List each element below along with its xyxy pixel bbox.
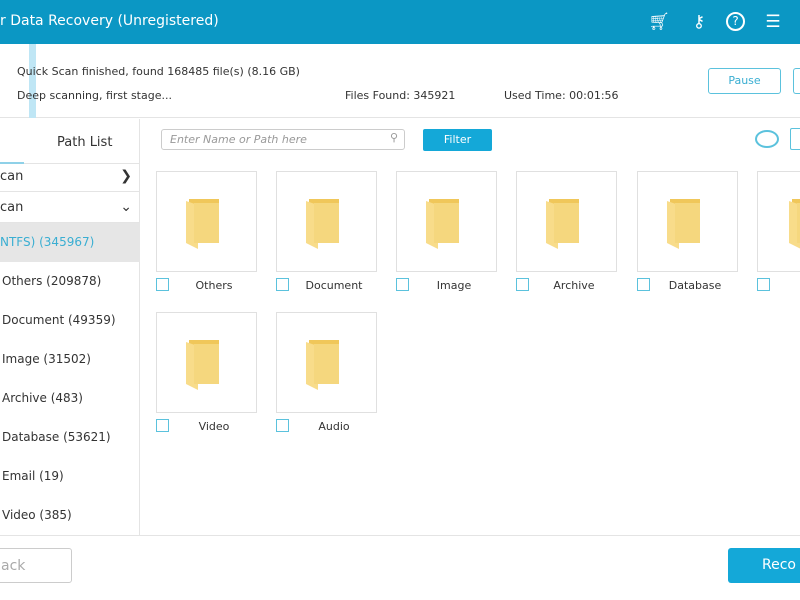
folder-label: Database bbox=[668, 279, 722, 292]
cart-icon[interactable]: 🛒︎ bbox=[648, 11, 670, 33]
folder-checkbox[interactable] bbox=[637, 278, 650, 291]
back-button[interactable]: ack bbox=[0, 548, 72, 583]
key-icon[interactable]: ⚷ bbox=[688, 11, 710, 33]
folder-label: Audio bbox=[318, 420, 350, 433]
folder-checkbox[interactable] bbox=[276, 419, 289, 432]
menu-icon[interactable]: ☰ bbox=[762, 11, 784, 33]
folder-card[interactable] bbox=[156, 171, 257, 272]
folder-label: Others bbox=[195, 279, 233, 292]
help-icon[interactable]: ? bbox=[726, 12, 745, 31]
folder-card[interactable] bbox=[156, 312, 257, 413]
scan-status-panel: Quick Scan finished, found 168485 file(s… bbox=[0, 44, 800, 118]
folder-icon bbox=[667, 199, 700, 249]
folder-card[interactable] bbox=[276, 171, 377, 272]
folder-icon bbox=[426, 199, 459, 249]
app-title: r Data Recovery (Unregistered) bbox=[0, 13, 219, 29]
section-label: can bbox=[0, 169, 24, 184]
scan-progress-bar bbox=[29, 44, 36, 118]
folder-card[interactable] bbox=[516, 171, 617, 272]
folder-label: Archive bbox=[553, 279, 595, 292]
folder-card[interactable] bbox=[637, 171, 738, 272]
folder-icon bbox=[789, 199, 800, 249]
folder-label: Document bbox=[305, 279, 363, 292]
quick-scan-status: Quick Scan finished, found 168485 file(s… bbox=[17, 65, 300, 78]
sidebar-item-archive[interactable]: Archive (483) bbox=[0, 379, 140, 418]
chevron-right-icon: ❯ bbox=[120, 168, 132, 184]
list-view-icon[interactable] bbox=[790, 128, 800, 150]
search-input[interactable]: Enter Name or Path here ⚲ bbox=[161, 129, 405, 150]
files-found: Files Found: 345921 bbox=[345, 89, 456, 102]
folder-card[interactable] bbox=[757, 171, 800, 272]
folder-card[interactable] bbox=[396, 171, 497, 272]
sidebar-item-others[interactable]: Others (209878) bbox=[0, 262, 140, 301]
stop-button[interactable] bbox=[793, 68, 800, 94]
sidebar-section-quick-scan[interactable]: can ❯ bbox=[0, 161, 140, 192]
folder-checkbox[interactable] bbox=[757, 278, 770, 291]
recover-button[interactable]: Reco bbox=[728, 548, 800, 583]
filter-button[interactable]: Filter bbox=[423, 129, 492, 151]
pause-button[interactable]: Pause bbox=[708, 68, 781, 94]
folder-icon bbox=[186, 199, 219, 249]
sidebar-item-database[interactable]: Database (53621) bbox=[0, 418, 140, 457]
section-label: can bbox=[0, 200, 24, 215]
chevron-down-icon: ⌄ bbox=[120, 199, 132, 215]
folder-label: Video bbox=[198, 420, 230, 433]
sidebar: Path List can ❯ can ⌄ NTFS) (345967) Other… bbox=[0, 119, 140, 535]
search-placeholder: Enter Name or Path here bbox=[170, 133, 307, 146]
tab-path-list[interactable]: Path List bbox=[0, 119, 140, 164]
folder-icon bbox=[306, 199, 339, 249]
folder-icon bbox=[546, 199, 579, 249]
folder-icon bbox=[186, 340, 219, 390]
title-bar: r Data Recovery (Unregistered) 🛒︎ ⚷ ? ☰ bbox=[0, 0, 800, 44]
sidebar-item-email[interactable]: Email (19) bbox=[0, 457, 140, 496]
folder-label: Image bbox=[436, 279, 472, 292]
folder-checkbox[interactable] bbox=[156, 278, 169, 291]
deep-scan-status: Deep scanning, first stage... bbox=[17, 89, 172, 102]
folder-checkbox[interactable] bbox=[276, 278, 289, 291]
folder-icon bbox=[306, 340, 339, 390]
folder-checkbox[interactable] bbox=[516, 278, 529, 291]
folder-checkbox[interactable] bbox=[396, 278, 409, 291]
search-icon[interactable]: ⚲ bbox=[390, 131, 398, 144]
folder-card[interactable] bbox=[276, 312, 377, 413]
sidebar-item-ntfs[interactable]: NTFS) (345967) bbox=[0, 223, 140, 262]
sidebar-item-document[interactable]: Document (49359) bbox=[0, 301, 140, 340]
sidebar-item-video[interactable]: Video (385) bbox=[0, 496, 140, 535]
footer: ack Reco bbox=[0, 535, 800, 600]
sidebar-item-image[interactable]: Image (31502) bbox=[0, 340, 140, 379]
folder-checkbox[interactable] bbox=[156, 419, 169, 432]
preview-eye-icon[interactable] bbox=[755, 130, 779, 148]
used-time: Used Time: 00:01:56 bbox=[504, 89, 619, 102]
sidebar-section-deep-scan[interactable]: can ⌄ bbox=[0, 192, 140, 223]
